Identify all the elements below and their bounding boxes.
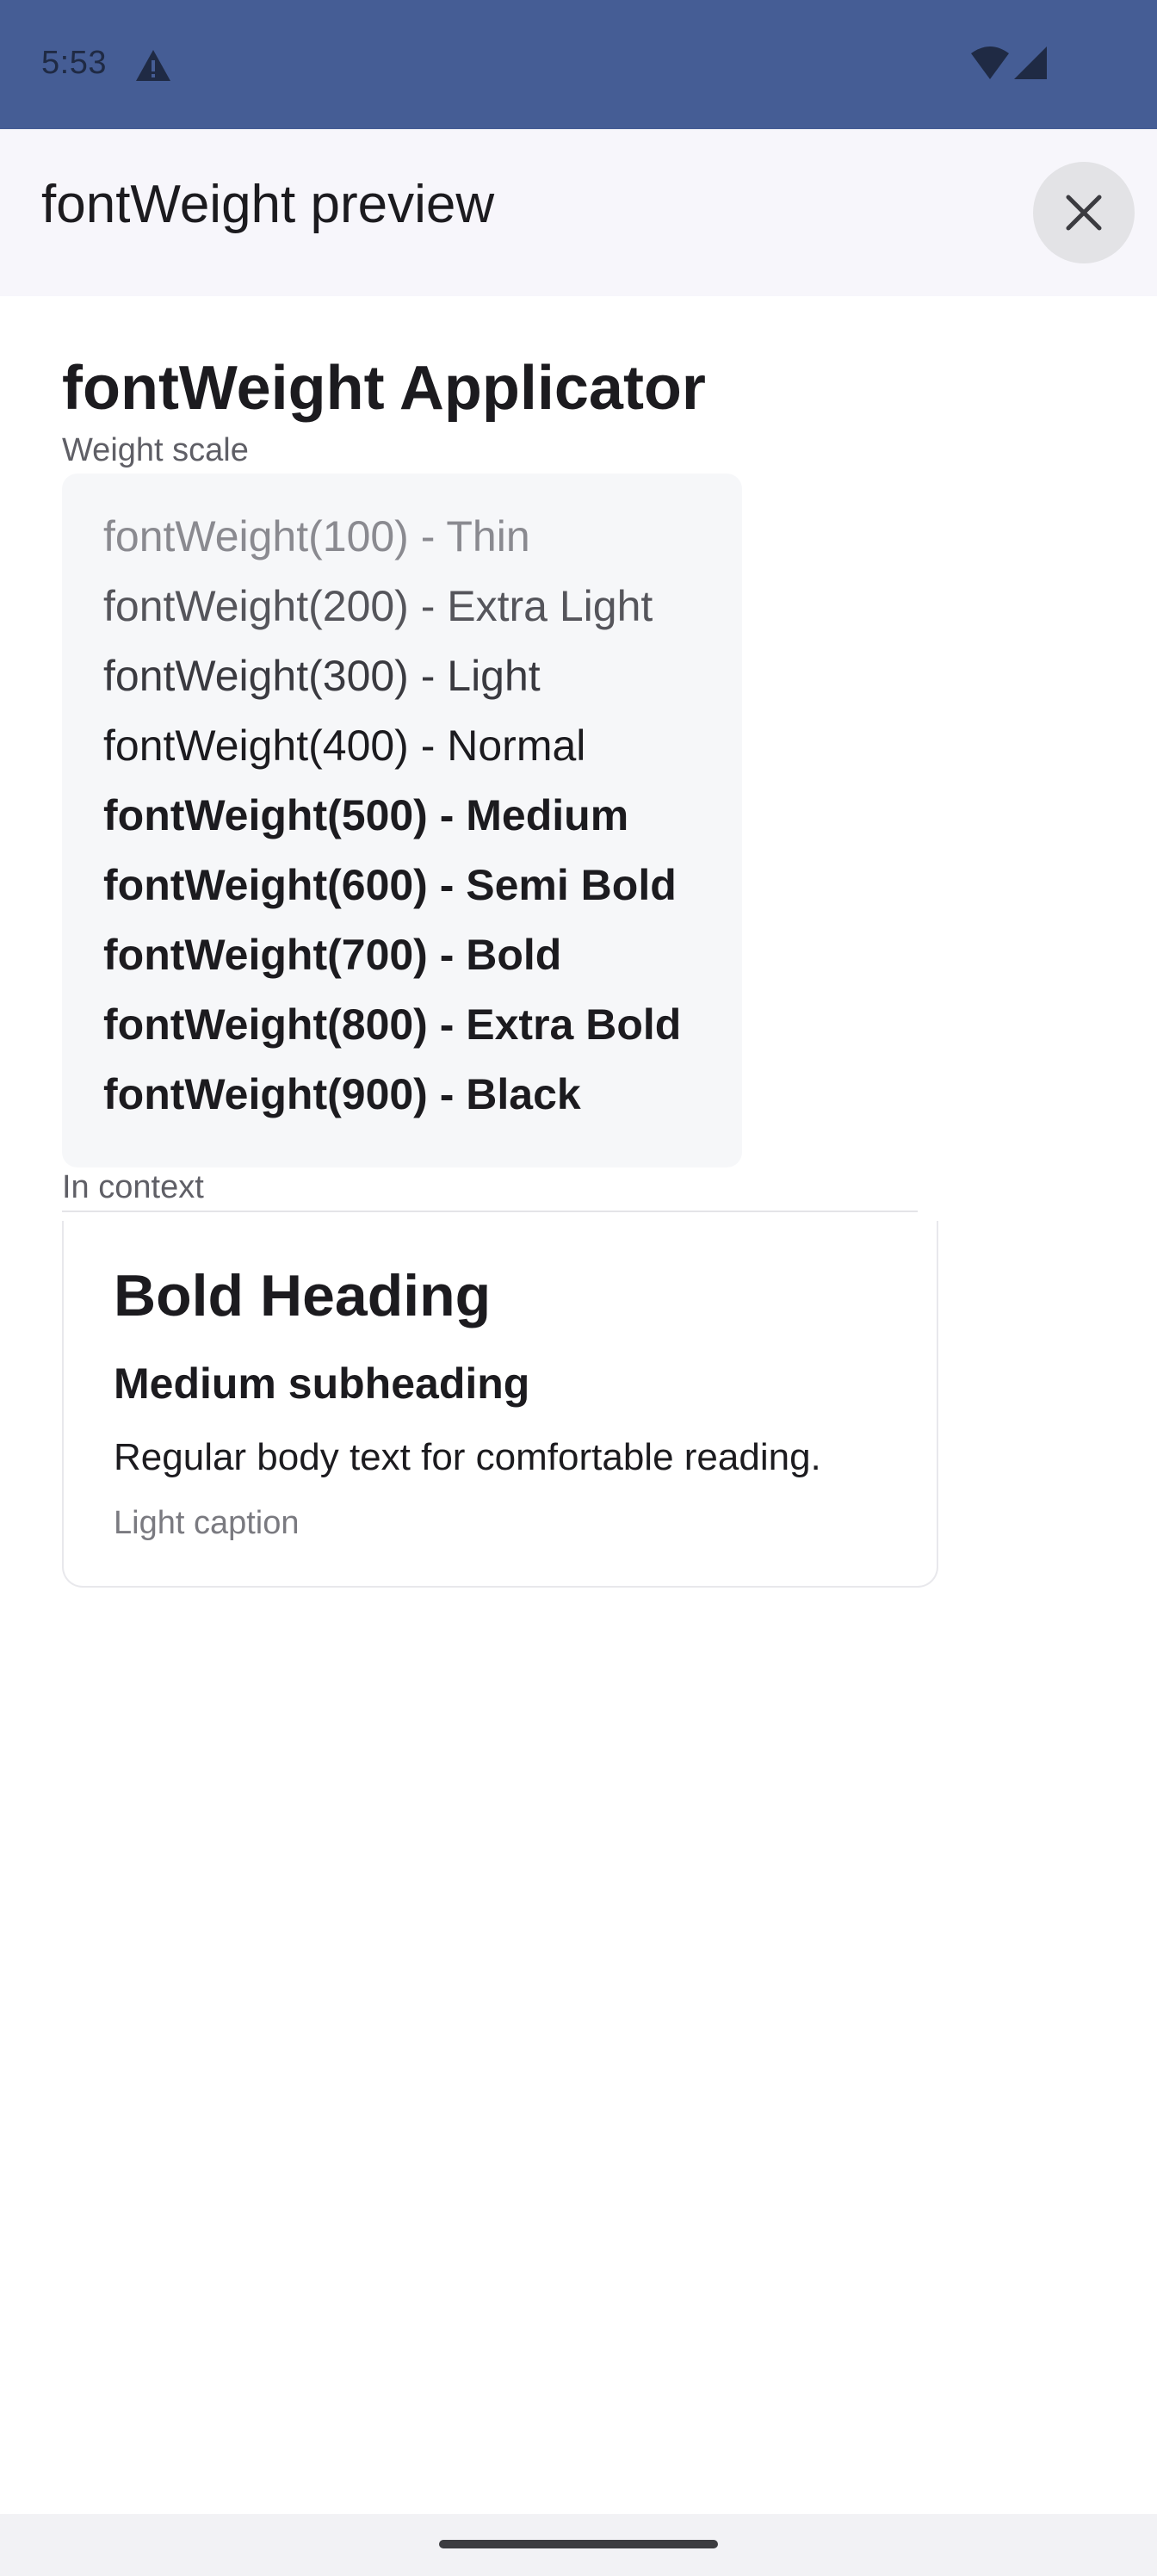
context-subheading: Medium subheading [114, 1359, 530, 1408]
weight-200-sample: fontWeight(200) - Extra Light [103, 582, 653, 630]
weight-400-sample: fontWeight(400) - Normal [103, 721, 586, 770]
weight-scale-list: fontWeight(100) - Thin fontWeight(200) -… [62, 474, 742, 1167]
weight-900-sample: fontWeight(900) - Black [103, 1070, 581, 1118]
context-heading: Bold Heading [114, 1263, 492, 1328]
weight-scale-label: Weight scale [62, 432, 249, 468]
app-bar-title: fontWeight preview [41, 175, 495, 234]
weight-100-sample: fontWeight(100) - Thin [103, 512, 530, 560]
close-icon [1066, 195, 1102, 231]
top-app-bar: fontWeight preview [0, 129, 1157, 296]
weight-800-sample: fontWeight(800) - Extra Bold [103, 1000, 682, 1049]
weight-700-sample: fontWeight(700) - Bold [103, 931, 562, 979]
wifi-icon [971, 46, 1009, 79]
warning-icon [136, 50, 170, 81]
section-divider [62, 1211, 918, 1212]
weight-300-sample: fontWeight(300) - Light [103, 652, 541, 700]
status-time: 5:53 [41, 45, 107, 81]
close-button[interactable] [1033, 162, 1135, 263]
home-indicator[interactable] [439, 2540, 718, 2548]
context-body-text: Regular body text for comfortable readin… [114, 1436, 821, 1478]
page-heading: fontWeight Applicator [62, 354, 706, 423]
status-bar: 5:53 [0, 0, 1157, 129]
context-caption: Light caption [114, 1505, 300, 1541]
weight-600-sample: fontWeight(600) - Semi Bold [103, 861, 677, 909]
in-context-label: In context [62, 1169, 204, 1205]
weight-500-sample: fontWeight(500) - Medium [103, 791, 629, 839]
system-navigation-bar [0, 2514, 1157, 2576]
context-card: Bold Heading Medium subheading Regular b… [62, 1221, 938, 1588]
cell-signal-icon [1014, 46, 1047, 79]
